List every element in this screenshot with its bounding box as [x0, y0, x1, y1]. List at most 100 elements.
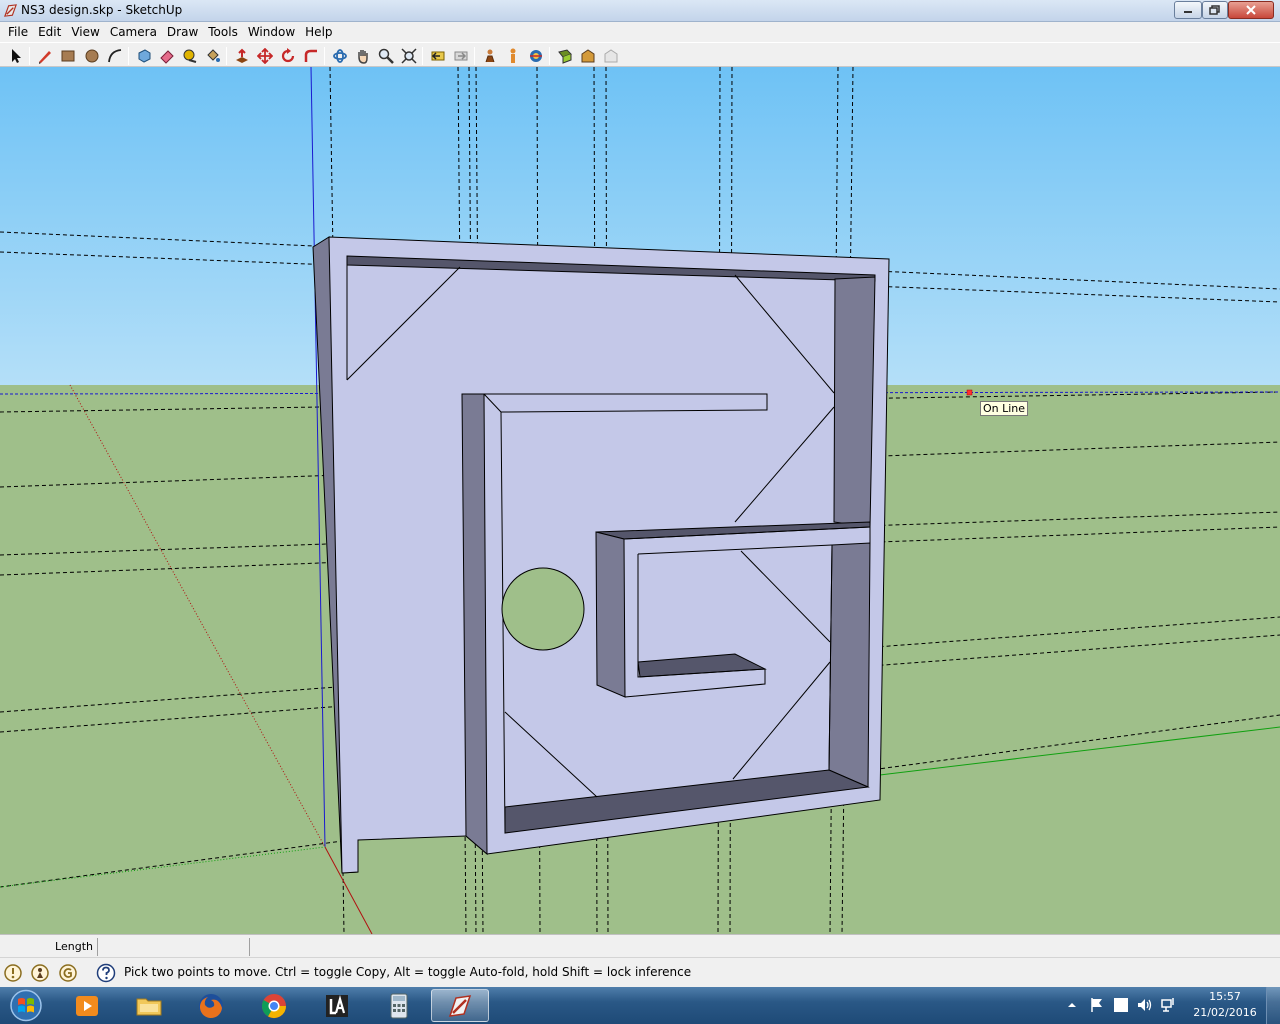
look-around-button[interactable] — [503, 46, 523, 66]
pan-tool-button[interactable] — [353, 46, 373, 66]
select-arrow-icon — [12, 49, 21, 63]
push-pull-icon — [236, 48, 248, 63]
taskbar-chrome[interactable] — [245, 989, 303, 1022]
status-bar: Pick two points to move. Ctrl = toggle C… — [0, 957, 1280, 987]
volume-icon[interactable] — [1136, 996, 1154, 1014]
paint-bucket-button[interactable] — [203, 46, 223, 66]
close-button[interactable] — [1228, 1, 1274, 19]
eraser-icon — [160, 50, 174, 64]
minimize-icon — [1184, 11, 1192, 13]
chrome-icon — [261, 993, 286, 1018]
sign-in-icon[interactable] — [58, 963, 78, 983]
pencil-icon — [39, 51, 51, 64]
restore-button[interactable] — [1202, 1, 1228, 19]
clock-date[interactable]: 21/02/2016 — [1190, 1006, 1260, 1019]
model-scene[interactable] — [0, 67, 1280, 934]
menu-draw[interactable]: Draw — [162, 25, 203, 39]
line-tool-button[interactable] — [35, 46, 55, 66]
restore-icon — [1209, 5, 1220, 15]
instructor-help-icon[interactable] — [96, 963, 116, 983]
taskbar-calculator[interactable] — [370, 989, 428, 1022]
component-icon — [138, 49, 151, 63]
menu-help[interactable]: Help — [300, 25, 337, 39]
tape-measure-button[interactable] — [180, 46, 200, 66]
credits-icon[interactable] — [30, 963, 50, 983]
show-desktop-button[interactable] — [1266, 987, 1280, 1024]
walk-icon — [485, 49, 495, 63]
start-button[interactable] — [4, 989, 48, 1022]
folder-icon — [136, 998, 162, 1015]
walk-tool-button[interactable] — [480, 46, 500, 66]
zoom-tool-button[interactable] — [376, 46, 396, 66]
paint-bucket-icon — [207, 49, 220, 62]
measurement-label: Length — [0, 938, 98, 956]
circle-icon — [85, 49, 99, 63]
follow-me-icon — [304, 49, 317, 62]
circle-tool-button[interactable] — [82, 46, 102, 66]
taskbar-sketchup[interactable] — [431, 989, 489, 1022]
network-icon[interactable] — [1160, 996, 1178, 1014]
next-view-icon — [454, 51, 468, 61]
menu-file[interactable]: File — [3, 25, 33, 39]
menu-camera[interactable]: Camera — [105, 25, 162, 39]
rotate-icon — [281, 48, 295, 63]
arc-tool-button[interactable] — [105, 46, 125, 66]
follow-me-button[interactable] — [301, 46, 321, 66]
menu-tools[interactable]: Tools — [203, 25, 243, 39]
section-plane-icon — [558, 49, 572, 64]
zoom-extents-button[interactable] — [399, 46, 419, 66]
rectangle-tool-button[interactable] — [58, 46, 78, 66]
windows-icon[interactable] — [1112, 996, 1130, 1014]
next-view-button[interactable] — [451, 46, 471, 66]
orbit-tool-button[interactable] — [330, 46, 350, 66]
position-camera-icon — [530, 50, 542, 62]
share-model-button[interactable] — [601, 46, 621, 66]
calculator-icon — [390, 993, 408, 1018]
sketchup-icon — [448, 994, 472, 1017]
model-viewport[interactable]: On Line — [0, 67, 1280, 934]
show-hidden-icons-icon[interactable] — [1066, 996, 1078, 1014]
sketchup-icon — [4, 4, 17, 17]
circular-hole[interactable] — [501, 567, 585, 651]
share-model-icon — [604, 49, 618, 63]
warehouse-icon — [581, 49, 595, 63]
menu-view[interactable]: View — [66, 25, 104, 39]
measurement-input[interactable] — [100, 938, 250, 956]
previous-view-icon — [431, 51, 445, 61]
magnifier-icon — [378, 48, 394, 64]
tape-measure-icon — [183, 49, 197, 63]
geo-location-icon[interactable] — [3, 963, 23, 983]
divider-wall-left[interactable] — [461, 393, 488, 856]
window-title: NS3 design.skp - SketchUp — [21, 3, 183, 17]
move-tool-button[interactable] — [255, 46, 275, 66]
eraser-tool-button[interactable] — [157, 46, 177, 66]
taskbar-file-explorer[interactable] — [120, 989, 178, 1022]
get-models-button[interactable] — [578, 46, 598, 66]
position-camera-button[interactable] — [526, 46, 546, 66]
move-icon — [257, 48, 273, 64]
right-upper-recess — [833, 276, 876, 528]
make-component-button[interactable] — [134, 46, 154, 66]
taskbar-media-player[interactable] — [58, 989, 116, 1022]
taskbar-firefox[interactable] — [182, 989, 240, 1022]
windows-taskbar: 15:57 21/02/2016 — [0, 987, 1280, 1024]
close-icon — [1246, 5, 1256, 15]
menu-window[interactable]: Window — [243, 25, 300, 39]
clock-time[interactable]: 15:57 — [1196, 990, 1254, 1003]
rectangle-icon — [61, 50, 75, 62]
section-plane-button[interactable] — [555, 46, 575, 66]
select-tool-button[interactable] — [6, 46, 26, 66]
taskbar-layout[interactable] — [308, 989, 366, 1022]
minimize-button[interactable] — [1174, 1, 1202, 19]
inference-tooltip: On Line — [980, 401, 1029, 416]
push-pull-button[interactable] — [232, 46, 252, 66]
rotate-tool-button[interactable] — [278, 46, 298, 66]
previous-view-button[interactable] — [428, 46, 448, 66]
layout-icon — [326, 994, 348, 1017]
action-center-flag-icon[interactable] — [1088, 996, 1106, 1014]
title-bar: NS3 design.skp - SketchUp — [0, 0, 1280, 22]
toolbar — [0, 42, 1280, 67]
orbit-icon — [333, 49, 347, 63]
menu-edit[interactable]: Edit — [33, 25, 66, 39]
right-lower-recess — [828, 542, 871, 788]
